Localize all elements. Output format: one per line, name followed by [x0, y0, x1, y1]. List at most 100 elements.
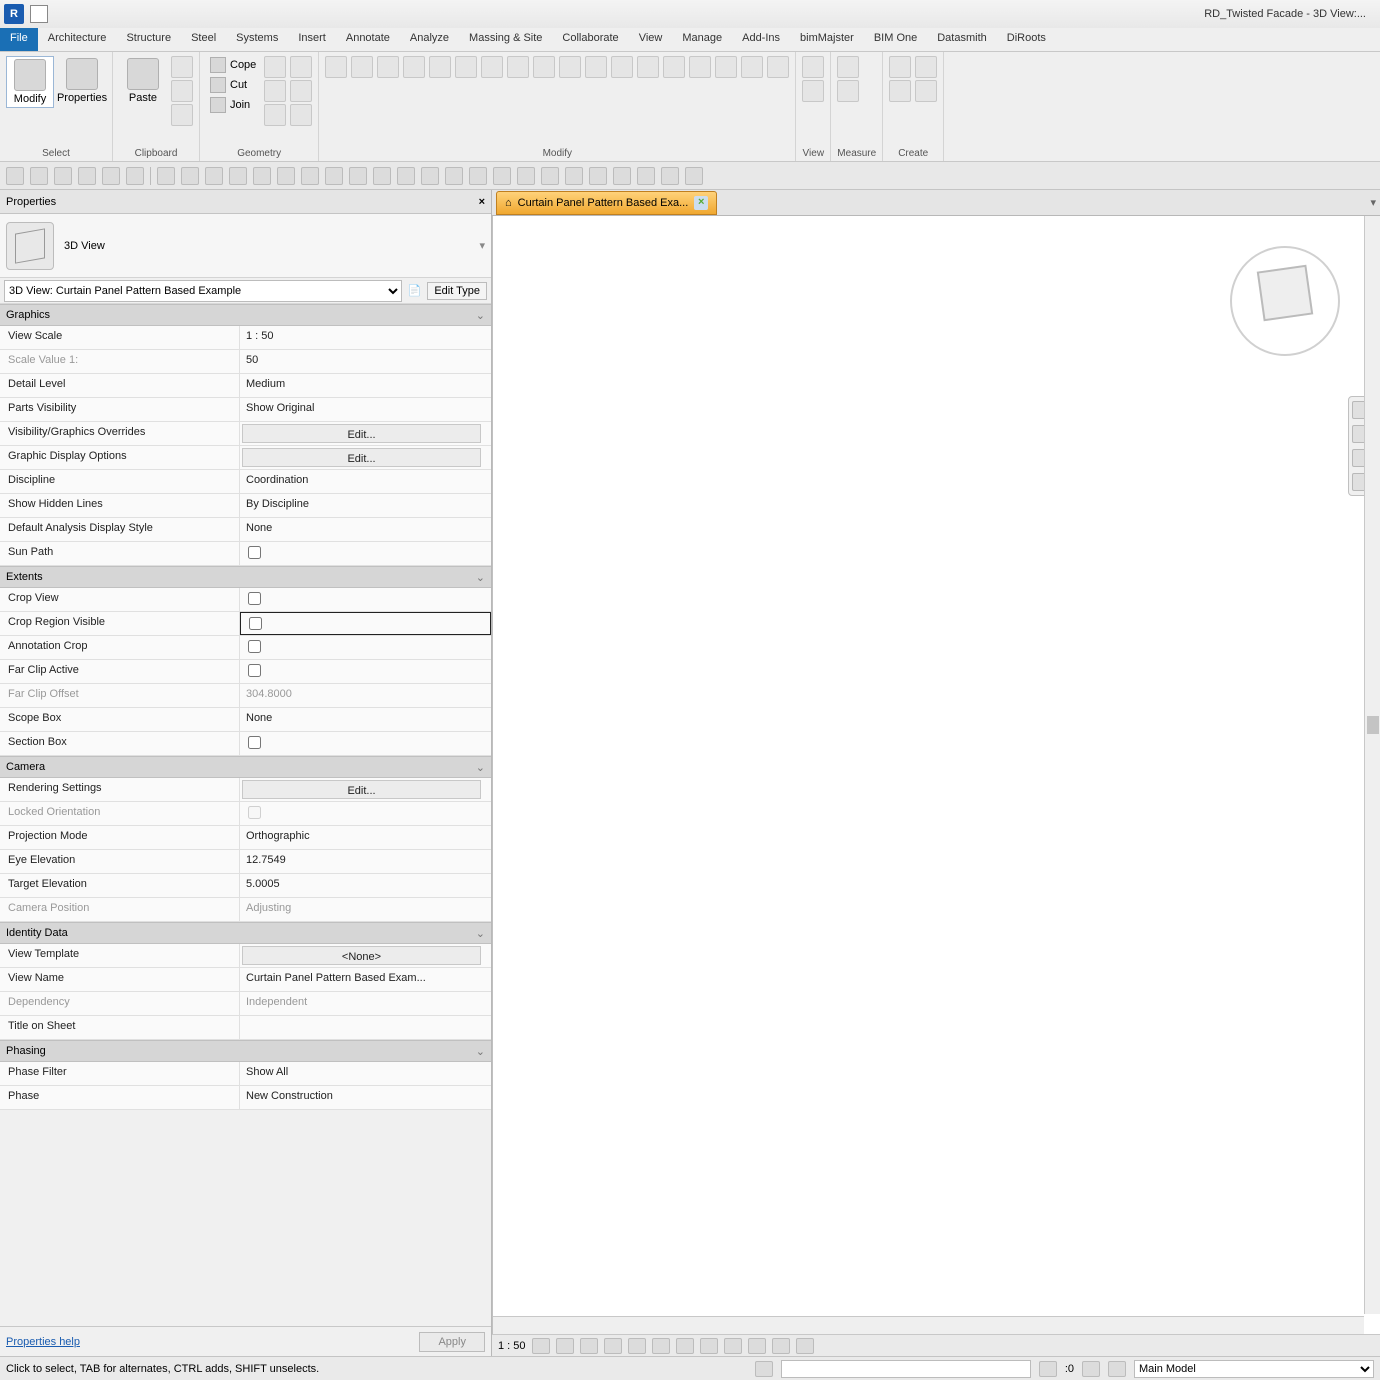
scroll-thumb[interactable]: [1367, 716, 1379, 734]
detail-level-icon[interactable]: [532, 1338, 550, 1354]
crop-region-icon[interactable]: [676, 1338, 694, 1354]
visual-style-icon[interactable]: [556, 1338, 574, 1354]
rendering-icon[interactable]: [628, 1338, 646, 1354]
temp-hide-icon[interactable]: [724, 1338, 742, 1354]
prop-sun-path-v[interactable]: [240, 542, 491, 565]
group-icon[interactable]: [767, 56, 789, 78]
geom-tool-4-icon[interactable]: [290, 56, 312, 78]
prop-anno-crop-v[interactable]: [240, 636, 491, 659]
menu-annotate[interactable]: Annotate: [336, 28, 400, 51]
menu-datasmith[interactable]: Datasmith: [927, 28, 997, 51]
cut-clipboard-icon[interactable]: [171, 56, 193, 78]
horizontal-scrollbar[interactable]: [493, 1316, 1364, 1334]
menu-steel[interactable]: Steel: [181, 28, 226, 51]
doc-icon[interactable]: [30, 5, 48, 23]
menu-view[interactable]: View: [629, 28, 673, 51]
group-identity[interactable]: Identity Data⌄: [0, 922, 491, 944]
prop-scope-box-v[interactable]: None: [240, 708, 491, 731]
instance-dropdown[interactable]: 3D View: Curtain Panel Pattern Based Exa…: [4, 280, 402, 302]
mirror-axis-icon[interactable]: [377, 56, 399, 78]
cope-button[interactable]: Cope: [206, 56, 260, 74]
drawing-canvas[interactable]: [492, 216, 1380, 1334]
prop-crop-view-v[interactable]: [240, 588, 491, 611]
qat-tool-k-icon[interactable]: [613, 167, 631, 185]
view-scale-display[interactable]: 1 : 50: [498, 1340, 526, 1352]
copy-icon[interactable]: [663, 56, 685, 78]
qat-tool-g-icon[interactable]: [517, 167, 535, 185]
qat-tool-h-icon[interactable]: [541, 167, 559, 185]
qat-sync-icon[interactable]: [54, 167, 72, 185]
vertical-scrollbar[interactable]: [1364, 216, 1380, 1314]
qat-tool-l-icon[interactable]: [637, 167, 655, 185]
tabs-dropdown-icon[interactable]: ▾: [1370, 196, 1376, 209]
create-parts-icon[interactable]: [915, 80, 937, 102]
prop-parts-vis-v[interactable]: Show Original: [240, 398, 491, 421]
array-icon[interactable]: [507, 56, 529, 78]
anno-crop-checkbox[interactable]: [248, 640, 261, 653]
prop-gdo-button[interactable]: Edit...: [242, 448, 481, 467]
status-tool-b-icon[interactable]: [1108, 1361, 1126, 1377]
copy-clipboard-icon[interactable]: [171, 80, 193, 102]
editable-only-icon[interactable]: [1039, 1361, 1057, 1377]
rotate-icon[interactable]: [689, 56, 711, 78]
menu-massing-site[interactable]: Massing & Site: [459, 28, 552, 51]
qat-align-dim-icon[interactable]: [181, 167, 199, 185]
qat-tool-b-icon[interactable]: [397, 167, 415, 185]
shadows-icon[interactable]: [604, 1338, 622, 1354]
qat-tool-f-icon[interactable]: [493, 167, 511, 185]
pin-icon[interactable]: [559, 56, 581, 78]
qat-measure-icon[interactable]: [157, 167, 175, 185]
properties-help-link[interactable]: Properties help: [6, 1336, 80, 1348]
type-selector[interactable]: 3D View ▾: [0, 214, 491, 278]
qat-thin-lines-icon[interactable]: [301, 167, 319, 185]
geom-tool-5-icon[interactable]: [290, 80, 312, 102]
close-tab-icon[interactable]: ×: [694, 196, 708, 210]
properties-close-icon[interactable]: ×: [479, 196, 485, 208]
qat-tool-e-icon[interactable]: [469, 167, 487, 185]
document-tab-active[interactable]: ⌂ Curtain Panel Pattern Based Exa... ×: [496, 191, 717, 215]
prop-discipline-v[interactable]: Coordination: [240, 470, 491, 493]
view-tool-icon[interactable]: [802, 56, 824, 78]
cut-button[interactable]: Cut: [206, 76, 260, 94]
trim-icon[interactable]: [455, 56, 477, 78]
trim-corner-icon[interactable]: [715, 56, 737, 78]
analytical-icon[interactable]: [772, 1338, 790, 1354]
join-button[interactable]: Join: [206, 96, 260, 114]
view-tool2-icon[interactable]: [802, 80, 824, 102]
view-cube[interactable]: [1230, 246, 1340, 356]
prop-def-analysis-v[interactable]: None: [240, 518, 491, 541]
menu-bimone[interactable]: BIM One: [864, 28, 927, 51]
align-icon[interactable]: [325, 56, 347, 78]
crop-view-checkbox[interactable]: [248, 592, 261, 605]
delete-icon[interactable]: [611, 56, 633, 78]
qat-open-icon[interactable]: [6, 167, 24, 185]
qat-tool-m-icon[interactable]: [661, 167, 679, 185]
prop-proj-mode-v[interactable]: Orthographic: [240, 826, 491, 849]
qat-tool-j-icon[interactable]: [589, 167, 607, 185]
prop-title-sheet-v[interactable]: [240, 1016, 491, 1039]
geom-tool-3-icon[interactable]: [264, 104, 286, 126]
sun-path-icon[interactable]: [580, 1338, 598, 1354]
menu-insert[interactable]: Insert: [288, 28, 336, 51]
menu-structure[interactable]: Structure: [116, 28, 181, 51]
qat-tool-d-icon[interactable]: [445, 167, 463, 185]
move-icon[interactable]: [637, 56, 659, 78]
scale-icon[interactable]: [533, 56, 555, 78]
group-graphics[interactable]: Graphics⌄: [0, 304, 491, 326]
lock-3d-icon[interactable]: [700, 1338, 718, 1354]
menu-analyze[interactable]: Analyze: [400, 28, 459, 51]
unpin-icon[interactable]: [585, 56, 607, 78]
paste-button[interactable]: Paste: [119, 56, 167, 106]
prop-phase-v[interactable]: New Construction: [240, 1086, 491, 1109]
section-box-checkbox[interactable]: [248, 736, 261, 749]
create-assembly-icon[interactable]: [915, 56, 937, 78]
qat-tool-n-icon[interactable]: [685, 167, 703, 185]
menu-bimmajster[interactable]: bimMajster: [790, 28, 864, 51]
qat-close-hidden-icon[interactable]: [325, 167, 343, 185]
group-extents[interactable]: Extents⌄: [0, 566, 491, 588]
measure-icon[interactable]: [837, 56, 859, 78]
prop-show-hidden-v[interactable]: By Discipline: [240, 494, 491, 517]
prop-far-clip-active-v[interactable]: [240, 660, 491, 683]
geom-tool-2-icon[interactable]: [264, 80, 286, 102]
group-camera[interactable]: Camera⌄: [0, 756, 491, 778]
